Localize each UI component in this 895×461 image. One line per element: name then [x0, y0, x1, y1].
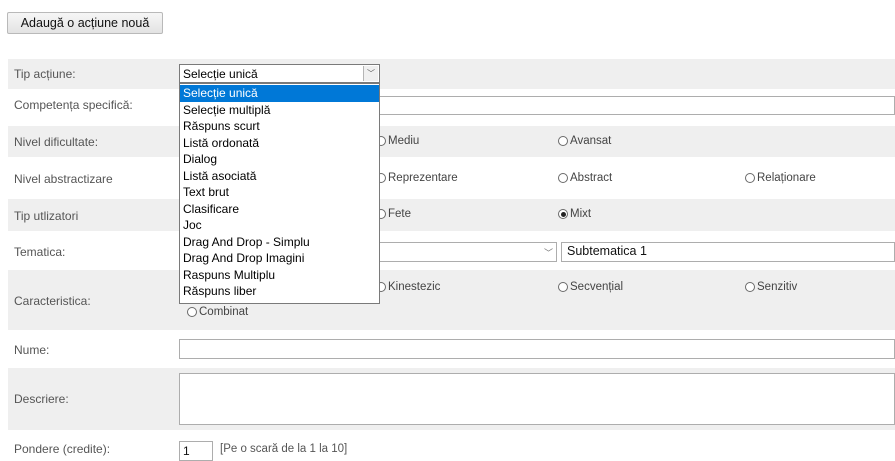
radio-reprezentare[interactable]: Reprezentare [376, 172, 458, 184]
tematica-label: Tematica: [14, 245, 66, 259]
radio-reprezentare-label: Reprezentare [388, 172, 458, 184]
pondere-label: Pondere (credite): [14, 442, 111, 456]
dropdown-option[interactable]: Răspuns scurt [180, 118, 379, 135]
row-nivel-dificultate: Nivel dificultate: Mediu Avansat [8, 126, 895, 157]
tip-utilizatori-label: Tip utlizatori [14, 209, 79, 223]
radio-senzitiv-circle[interactable] [745, 282, 755, 292]
competenta-select[interactable] [379, 96, 895, 115]
radio-mixt-circle[interactable] [558, 209, 568, 219]
radio-abstract-label: Abstract [570, 172, 613, 184]
dropdown-option[interactable]: Listă asociată [180, 168, 379, 185]
radio-secvential-circle[interactable] [558, 282, 568, 292]
tematica-chevron-icon: ﹀ [543, 248, 553, 258]
chevron-down-icon[interactable]: ﹀ [363, 66, 378, 81]
radio-avansat-circle[interactable] [558, 136, 568, 146]
row-tip-actiune: Tip acțiune: [8, 59, 895, 89]
radio-kinestezic-label: Kinestezic [388, 281, 441, 293]
radio-secvential-label: Secvențial [570, 281, 624, 293]
radio-mixt[interactable]: Mixt [558, 208, 591, 220]
pondere-hint: [Pe o scară de la 1 la 10] [220, 443, 348, 455]
radio-avansat[interactable]: Avansat [558, 135, 611, 147]
radio-secvential[interactable]: Secvențial [558, 281, 623, 293]
tip-actiune-label: Tip acțiune: [14, 67, 76, 81]
dropdown-option[interactable]: Dialog [180, 151, 379, 168]
caracteristica-label: Caracteristica: [14, 294, 91, 308]
dropdown-option[interactable]: Listă ordonată [180, 135, 379, 152]
pondere-input[interactable]: 1 [179, 441, 213, 461]
descriere-textarea[interactable] [179, 373, 895, 425]
radio-fete-label: Fete [388, 208, 412, 220]
subtematica-select[interactable]: Subtematica 1 [561, 242, 895, 262]
tip-actiune-selected-value: Selecție unică [183, 67, 258, 81]
radio-combinat[interactable]: Combinat [187, 306, 248, 318]
radio-avansat-label: Avansat [570, 135, 612, 147]
dropdown-option[interactable]: Raspuns Multiplu [180, 267, 379, 284]
radio-combinat-circle[interactable] [187, 307, 197, 317]
descriere-label: Descriere: [14, 392, 69, 406]
dropdown-option[interactable]: Selecție multiplă [180, 102, 379, 119]
row-nivel-abstractizare: Nivel abstractizare Reprezentare Abstrac… [8, 163, 895, 194]
radio-mediu-label: Mediu [388, 135, 420, 147]
nivel-dificultate-label: Nivel dificultate: [14, 135, 99, 149]
subtematica-value: Subtematica 1 [567, 244, 647, 258]
row-descriere: Descriere: [8, 368, 895, 430]
radio-relationare-label: Relaționare [757, 172, 816, 184]
nume-label: Nume: [14, 343, 50, 357]
radio-kinestezic[interactable]: Kinestezic [376, 281, 440, 293]
radio-relationare[interactable]: Relaționare [745, 172, 816, 184]
row-competenta: Competența specifică: [8, 91, 895, 121]
dropdown-option[interactable]: Răspuns liber [180, 283, 379, 300]
radio-combinat-label: Combinat [199, 306, 249, 318]
row-tip-utilizatori: Tip utlizatori Fete Mixt [8, 199, 895, 231]
radio-abstract-circle[interactable] [558, 173, 568, 183]
nivel-abstractizare-label: Nivel abstractizare [14, 172, 113, 186]
competenta-label: Competența specifică: [14, 98, 133, 112]
row-pondere: Pondere (credite): 1 [Pe o scară de la 1… [8, 436, 895, 461]
dropdown-option[interactable]: Text brut [180, 184, 379, 201]
tip-actiune-select[interactable]: Selecție unică ﹀ [179, 64, 380, 83]
radio-mixt-label: Mixt [570, 208, 592, 220]
dropdown-option[interactable]: Joc [180, 217, 379, 234]
row-nume: Nume: [8, 334, 895, 364]
tematica-select[interactable]: ﹀ [379, 242, 557, 262]
radio-fete[interactable]: Fete [376, 208, 411, 220]
radio-senzitiv-label: Senzitiv [757, 281, 798, 293]
radio-senzitiv[interactable]: Senzitiv [745, 281, 797, 293]
nume-input[interactable] [179, 339, 895, 359]
radio-mediu[interactable]: Mediu [376, 135, 419, 147]
dropdown-option[interactable]: Drag And Drop - Simplu [180, 234, 379, 251]
dropdown-option[interactable]: Drag And Drop Imagini [180, 250, 379, 267]
dropdown-option[interactable]: Selecție unică [180, 85, 379, 102]
radio-abstract[interactable]: Abstract [558, 172, 612, 184]
dropdown-option[interactable]: Clasificare [180, 201, 379, 218]
tip-actiune-dropdown-list[interactable]: Selecție unică Selecție multiplă Răspuns s… [179, 83, 380, 304]
radio-relationare-circle[interactable] [745, 173, 755, 183]
row-caracteristica: Caracteristica: Kinestezic Secvențial Se… [8, 270, 895, 330]
row-tematica: Tematica: ﹀ Subtematica 1 [8, 235, 895, 267]
add-action-button[interactable]: Adaugă o acțiune nouă [7, 12, 163, 34]
